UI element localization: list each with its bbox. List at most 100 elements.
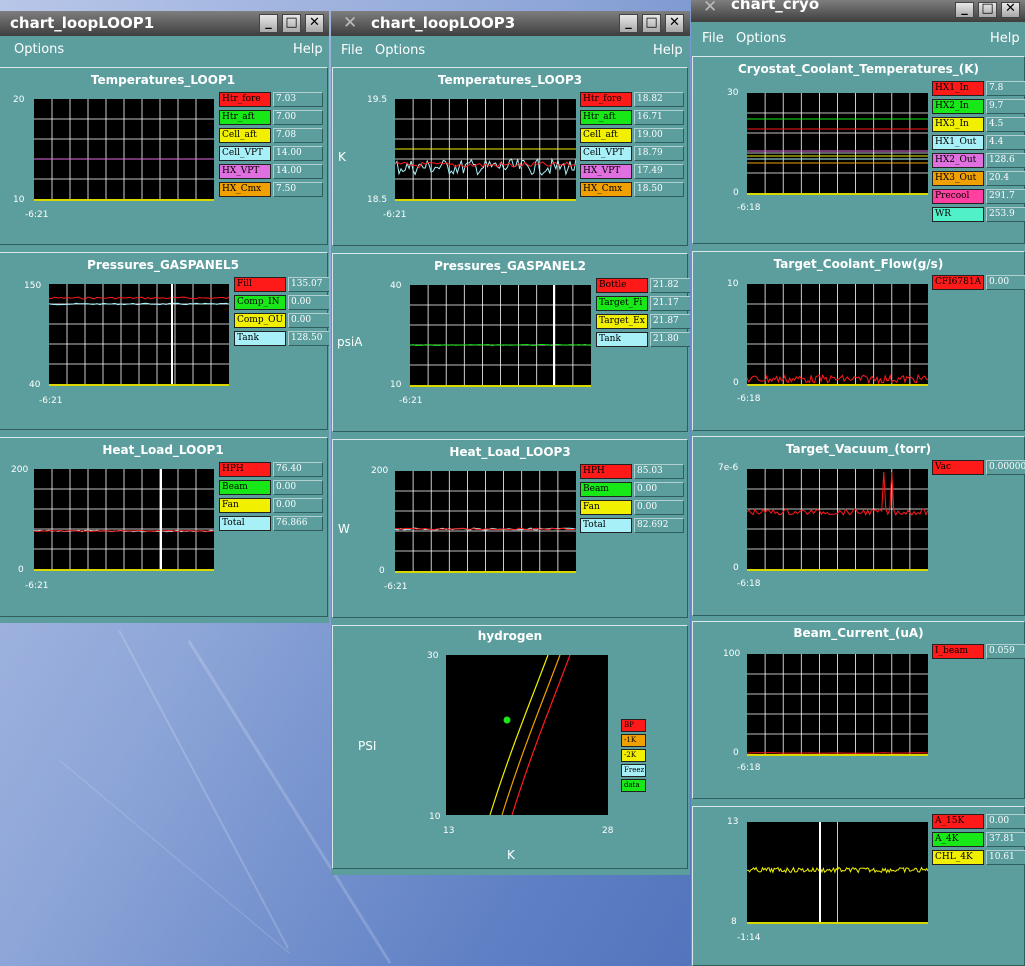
- minimize-icon[interactable]: _: [259, 14, 278, 33]
- legend-label[interactable]: Target_Ex: [596, 314, 648, 329]
- legend-value: 0.00: [273, 498, 323, 513]
- legend-label[interactable]: HX3_Out: [932, 171, 984, 186]
- legend-label[interactable]: Htr_fore: [580, 92, 632, 107]
- window-cryo: ✕ chart_cryo _ □ ✕ File Options Help Cry…: [691, 0, 1025, 966]
- legend-value: 82.692: [634, 518, 684, 533]
- panel-title: Heat_Load_LOOP1: [102, 443, 224, 457]
- x-logo-icon: ✕: [343, 13, 358, 33]
- menubar: File Options Help: [331, 39, 690, 63]
- legend-value: 17.49: [634, 164, 684, 179]
- legend-label[interactable]: Total: [580, 518, 632, 533]
- panel-temperatures-loop1: Temperatures_LOOP1 20 10 -6:21 Htr_fore 7…: [0, 67, 328, 245]
- legend-label[interactable]: Tank: [596, 332, 648, 347]
- window-loop1: chart_loopLOOP1 _ □ ✕ Options Help Tempe…: [0, 11, 329, 623]
- close-icon[interactable]: ✕: [305, 14, 324, 33]
- legend-value: 0.00: [986, 814, 1025, 829]
- legend-label[interactable]: Target_Fi: [596, 296, 648, 311]
- legend-label[interactable]: Cell_VPT: [580, 146, 632, 161]
- legend-label[interactable]: Precool: [932, 189, 984, 204]
- strip-chart: [410, 285, 591, 387]
- minimize-icon[interactable]: _: [955, 2, 974, 18]
- legend-label[interactable]: Comp_IN: [234, 295, 286, 310]
- strip-chart: [747, 284, 928, 386]
- legend-label[interactable]: Fan: [580, 500, 632, 515]
- legend-label[interactable]: HX_Cmx: [580, 182, 632, 197]
- window-titlebar[interactable]: chart_loopLOOP1 _ □ ✕: [0, 11, 329, 36]
- legend-label[interactable]: Cell_aft: [580, 128, 632, 143]
- legend-value: 0.00: [634, 500, 684, 515]
- legend-label[interactable]: Fan: [219, 498, 271, 513]
- time-label: -6:18: [737, 203, 761, 213]
- legend-label[interactable]: Tank: [234, 331, 286, 346]
- panel-title: Pressures_GASPANEL2: [434, 259, 586, 273]
- legend-label[interactable]: HX3_In: [932, 117, 984, 132]
- legend-value: 21.80: [650, 332, 690, 347]
- legend-value: 76.866: [273, 516, 323, 531]
- close-icon[interactable]: ✕: [665, 14, 684, 33]
- menu-file[interactable]: File: [341, 43, 363, 58]
- legend-label[interactable]: Htr_aft: [219, 110, 271, 125]
- legend-label[interactable]: HPH: [219, 462, 271, 477]
- legend-label[interactable]: CHL_4K: [932, 850, 984, 865]
- legend-label[interactable]: A_4K: [932, 832, 984, 847]
- panel-heat-load-loop3: Heat_Load_LOOP3 W 200 0 -6:21 HPH 85.03 Be…: [332, 439, 688, 618]
- minimize-icon[interactable]: _: [619, 14, 638, 33]
- y-max-label: 150: [24, 281, 42, 291]
- legend-label[interactable]: HX_VPT: [580, 164, 632, 179]
- legend-label: BP: [621, 719, 646, 732]
- menu-file[interactable]: File: [702, 31, 724, 46]
- strip-chart: [747, 469, 928, 571]
- legend-label[interactable]: HX1_In: [932, 81, 984, 96]
- time-label: -1:14: [737, 933, 761, 943]
- legend-label[interactable]: HX_Cmx: [219, 182, 271, 197]
- legend-value: 0.00: [288, 295, 329, 310]
- y-max-label: 20: [13, 95, 25, 105]
- x-max-label: 28: [602, 826, 614, 836]
- legend-label[interactable]: Comp_OU: [234, 313, 286, 328]
- menu-options[interactable]: Options: [375, 43, 425, 58]
- legend-label[interactable]: Beam: [580, 482, 632, 497]
- legend-label[interactable]: I_beam: [932, 644, 984, 659]
- legend-label[interactable]: HX2_In: [932, 99, 984, 114]
- legend-label[interactable]: WR: [932, 207, 984, 222]
- strip-chart: [395, 471, 576, 573]
- menu-help[interactable]: Help: [653, 43, 683, 58]
- menu-options[interactable]: Options: [14, 42, 64, 57]
- legend-label[interactable]: HX1_Out: [932, 135, 984, 150]
- y-max-label: 30: [427, 651, 439, 661]
- close-icon[interactable]: ✕: [1001, 2, 1020, 18]
- menu-help[interactable]: Help: [990, 31, 1020, 46]
- time-marker: [819, 822, 822, 922]
- legend-label[interactable]: HX_VPT: [219, 164, 271, 179]
- menu-help[interactable]: Help: [293, 42, 323, 57]
- legend-label[interactable]: HPH: [580, 464, 632, 479]
- maximize-icon[interactable]: □: [642, 14, 661, 33]
- legend-label[interactable]: Bottle: [596, 278, 648, 293]
- legend-label[interactable]: Fill: [234, 277, 286, 292]
- legend-label[interactable]: HX2_Out: [932, 153, 984, 168]
- legend-label[interactable]: Total: [219, 516, 271, 531]
- y-max-label: 40: [390, 281, 402, 291]
- menu-options[interactable]: Options: [736, 31, 786, 46]
- legend-label: data: [621, 779, 646, 792]
- menubar: File Options Help: [691, 27, 1025, 51]
- maximize-icon[interactable]: □: [978, 2, 997, 18]
- window-titlebar[interactable]: ✕ chart_cryo _ □ ✕: [691, 0, 1025, 22]
- legend-label[interactable]: Vac: [932, 460, 984, 475]
- legend-value: 7.50: [273, 182, 323, 197]
- panel-title: Heat_Load_LOOP3: [449, 445, 571, 459]
- legend-label[interactable]: Htr_aft: [580, 110, 632, 125]
- x-logo-icon: ✕: [703, 0, 718, 17]
- legend-label[interactable]: Htr_fore: [219, 92, 271, 107]
- y-max-label: 7e-6: [718, 463, 739, 473]
- legend-label[interactable]: Beam: [219, 480, 271, 495]
- legend-label[interactable]: CFI6781A: [932, 275, 984, 290]
- maximize-icon[interactable]: □: [282, 14, 301, 33]
- legend-label[interactable]: A_15K: [932, 814, 984, 829]
- y-min-label: 10: [429, 812, 441, 822]
- window-title: chart_loopLOOP3: [371, 14, 516, 32]
- phase-curve: [501, 655, 561, 815]
- legend-label[interactable]: Cell_VPT: [219, 146, 271, 161]
- legend-label[interactable]: Cell_aft: [219, 128, 271, 143]
- window-titlebar[interactable]: ✕ chart_loopLOOP3 _ □ ✕: [331, 11, 690, 36]
